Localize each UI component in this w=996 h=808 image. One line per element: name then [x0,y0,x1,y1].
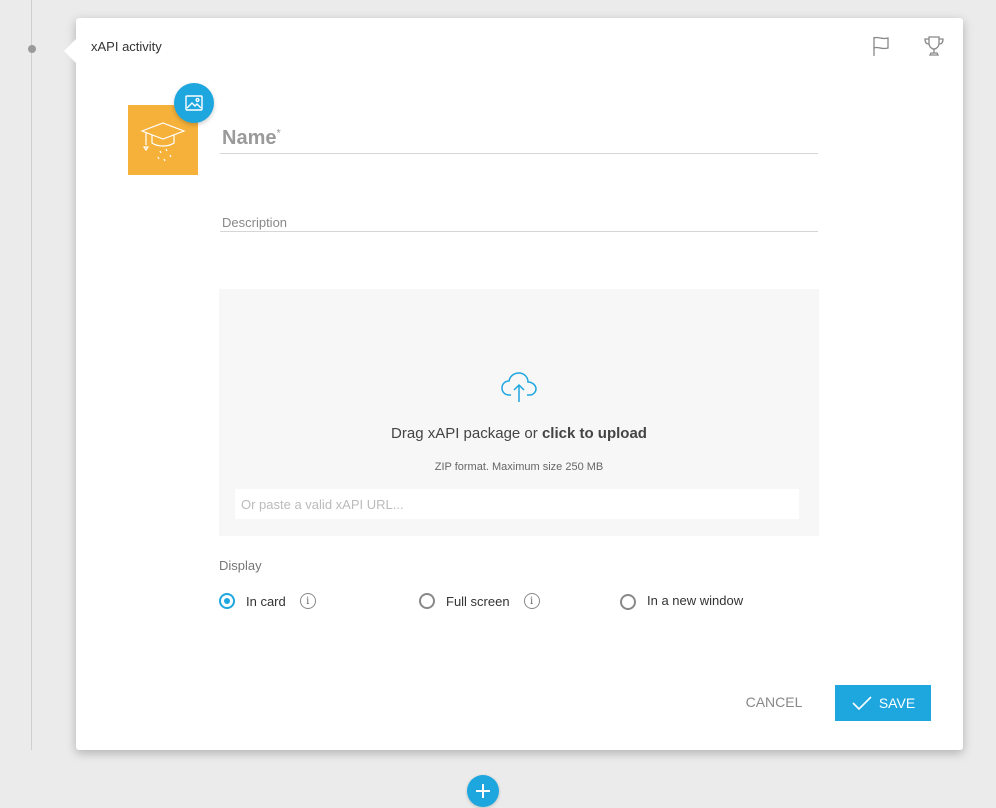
display-label: Display [219,558,262,573]
upload-format-note: ZIP format. Maximum size 250 MB [434,461,604,473]
timeline-dot [28,45,36,53]
card-pointer [64,39,76,63]
cloud-upload-icon [501,372,537,402]
display-option-full-screen[interactable]: Full screen i [419,591,540,611]
radio-button[interactable] [419,593,435,609]
save-button[interactable]: SAVE [835,685,931,721]
activity-card: xAPI activity Name* Description Drag xAP… [64,18,963,750]
upload-instructions: Drag xAPI package or click to upload [391,425,647,442]
name-field[interactable]: Name* [220,118,818,154]
display-option-in-card[interactable]: In card i [219,591,316,611]
card-title: xAPI activity [91,39,162,54]
display-option-new-window[interactable]: In a new window [620,590,743,610]
timeline-line [31,0,32,750]
checkmark-icon [852,696,872,711]
description-field[interactable]: Description [220,208,818,232]
save-label: SAVE [878,695,916,711]
click-to-upload-link[interactable]: click to upload [542,425,647,442]
change-image-button[interactable] [174,83,214,123]
info-icon[interactable]: i [523,593,540,609]
add-activity-button[interactable] [467,775,499,807]
radio-button[interactable] [219,593,235,609]
cancel-button[interactable]: CANCEL [736,685,812,719]
name-label: Name* [222,127,281,149]
xapi-url-input[interactable] [235,489,799,519]
info-icon[interactable]: i [299,593,316,609]
plus-icon [476,784,490,798]
flag-icon[interactable] [869,34,893,58]
upload-dropzone[interactable]: Drag xAPI package or click to upload ZIP… [219,289,819,536]
description-label: Description [222,215,288,230]
radio-button[interactable] [620,594,636,610]
trophy-icon[interactable] [922,34,946,58]
image-icon [185,95,203,111]
